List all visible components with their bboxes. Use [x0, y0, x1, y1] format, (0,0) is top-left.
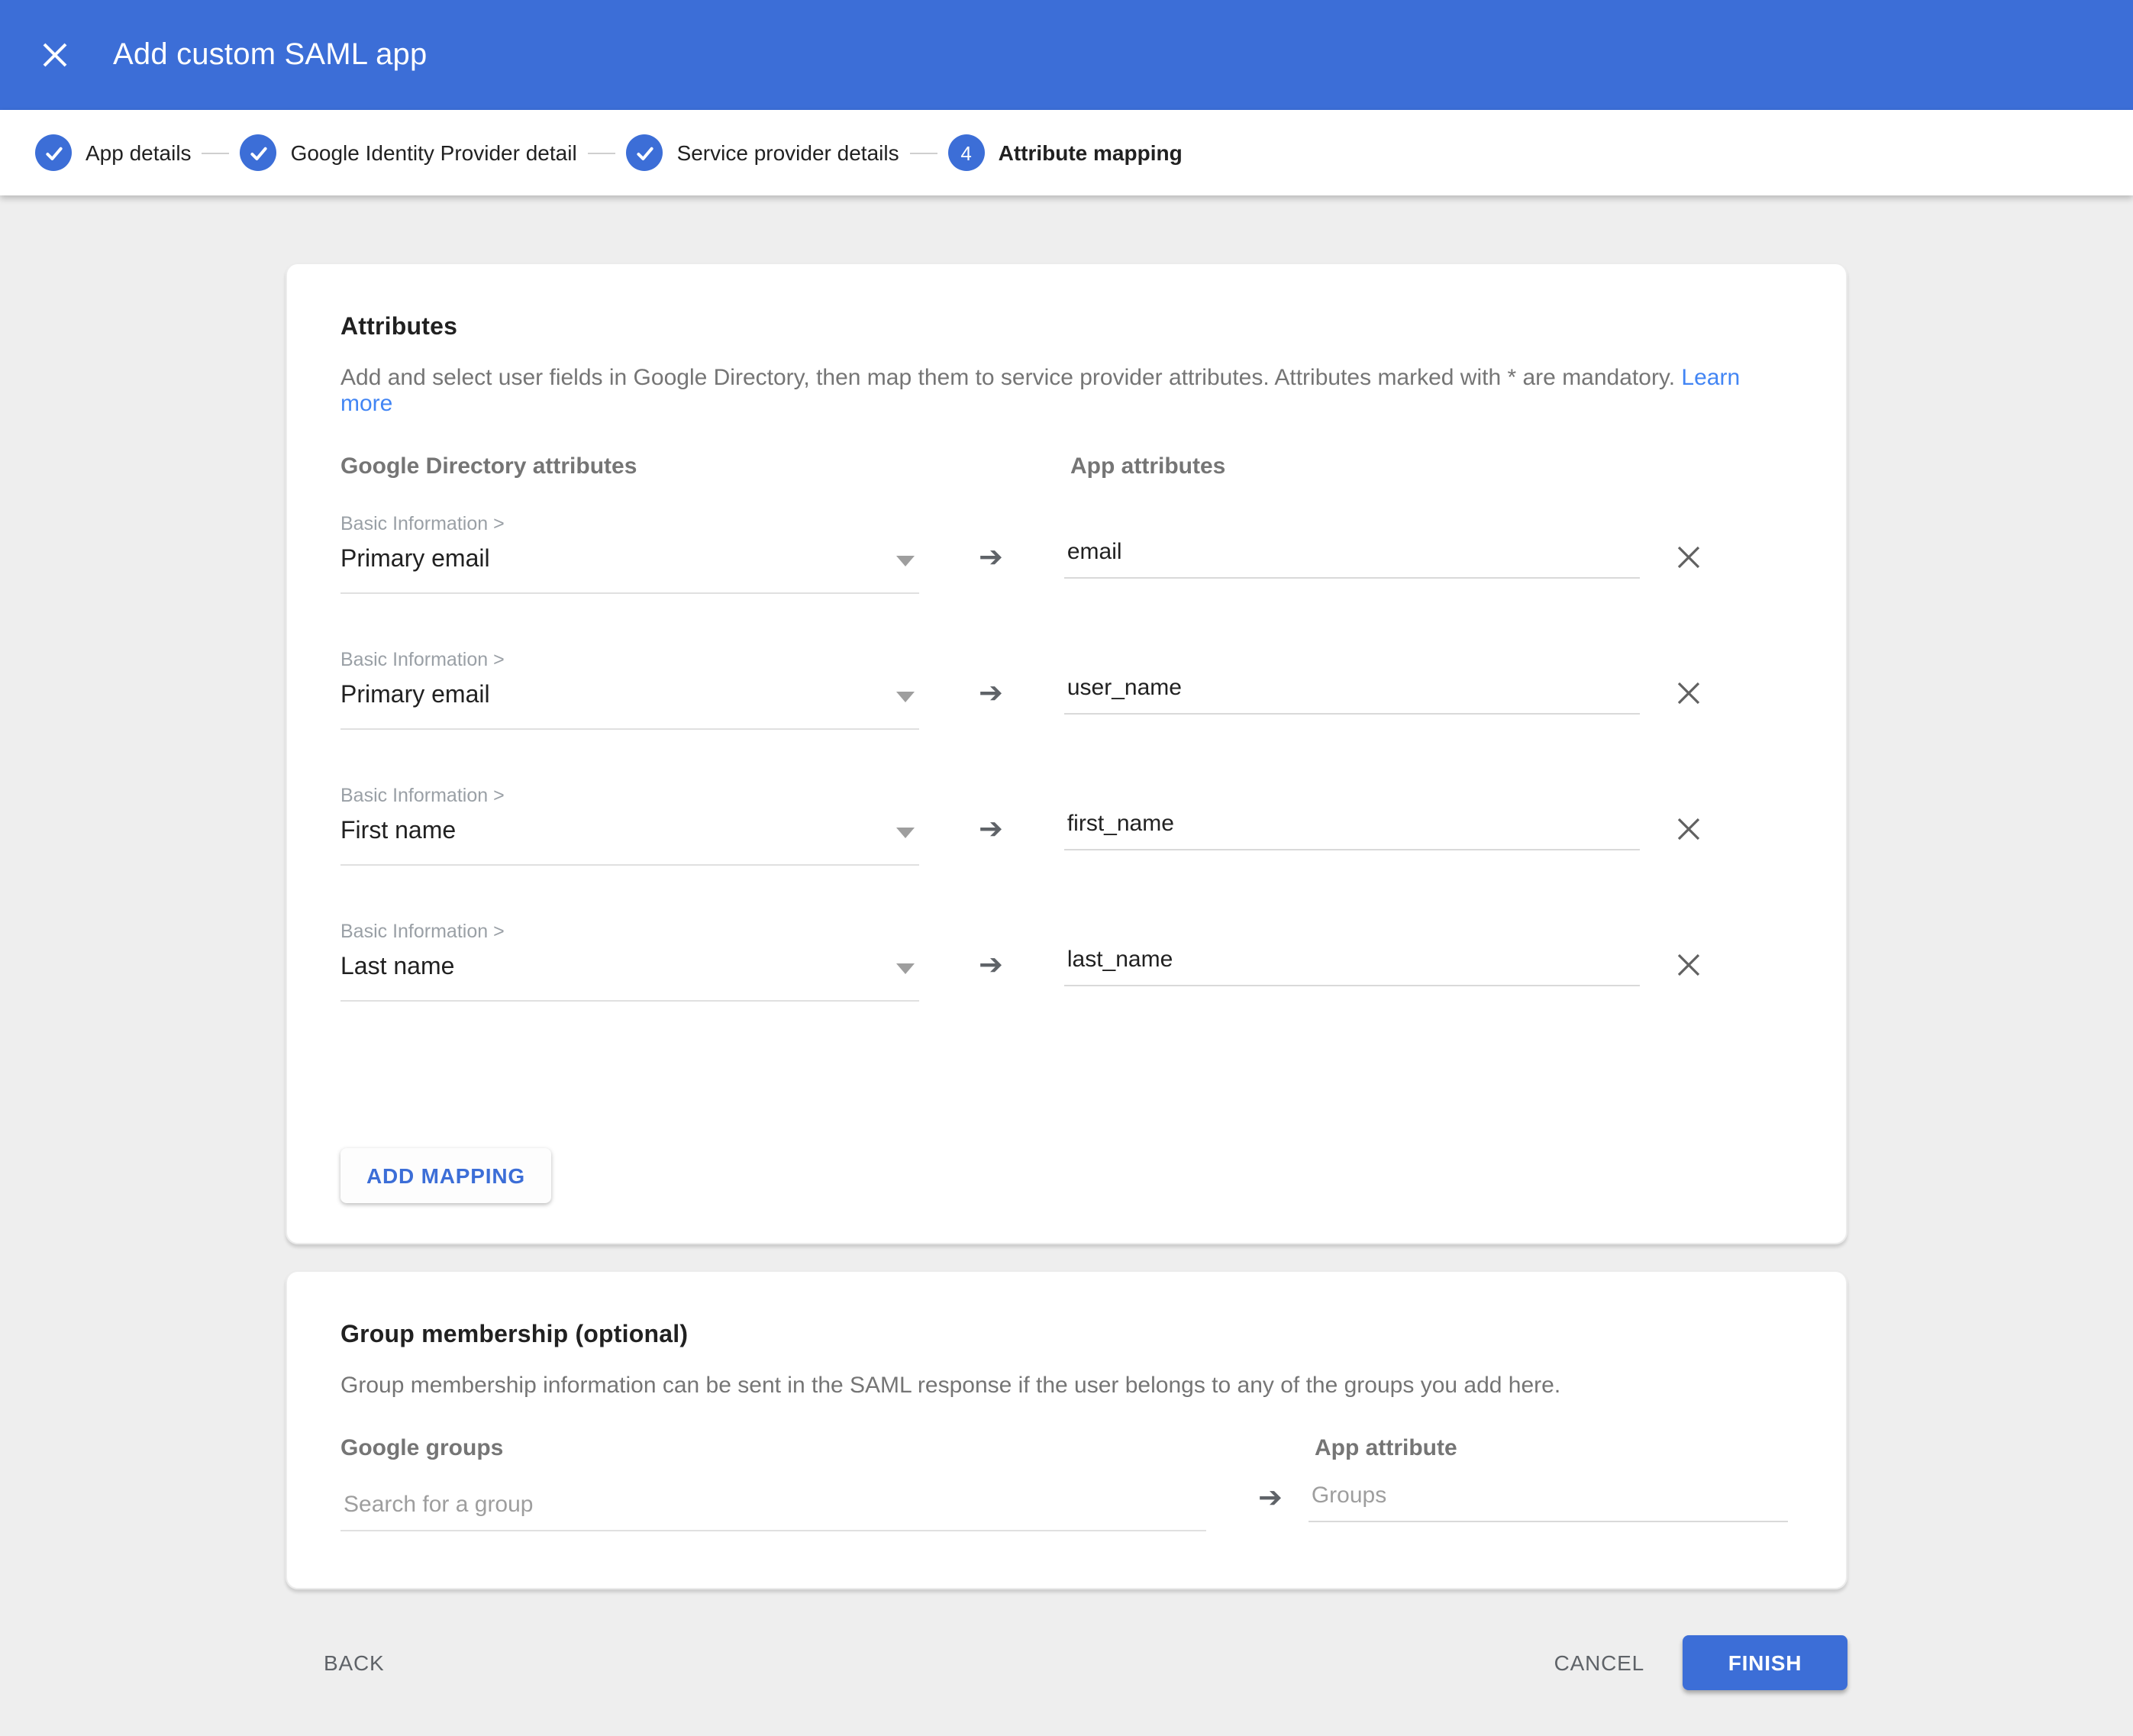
arrow-right-icon: ➔ — [979, 815, 1003, 844]
arrow-right-icon: ➔ — [979, 679, 1003, 708]
dialog-content: Attributes Add and select user fields in… — [0, 195, 2133, 1690]
group-search-input[interactable] — [340, 1492, 1206, 1531]
group-search-cell — [340, 1492, 1206, 1531]
group-membership-description: Group membership information can be sent… — [340, 1373, 1793, 1399]
attribute-category-label: Basic Information > — [340, 649, 919, 670]
back-button[interactable]: BACK — [324, 1635, 384, 1690]
remove-x-icon — [1675, 815, 1702, 843]
arrow-right-icon: ➔ — [979, 951, 1003, 980]
app-attribute-input[interactable] — [1064, 811, 1640, 850]
directory-attribute-select[interactable]: Basic Information > Primary email — [340, 513, 919, 594]
attribute-category-label: Basic Information > — [340, 921, 919, 942]
select-value-line: Primary email — [340, 682, 919, 730]
step-connector — [589, 152, 616, 153]
attributes-card-description: Add and select user fields in Google Dir… — [340, 365, 1793, 417]
check-icon — [44, 143, 63, 163]
mapping-rows: Basic Information > Primary email ➔ — [340, 513, 1793, 1002]
select-value-line: First name — [340, 818, 919, 866]
mapping-row: Basic Information > Primary email ➔ — [340, 649, 1793, 730]
google-groups-header: Google groups — [340, 1435, 1315, 1461]
step-label: Google Identity Provider details — [291, 140, 578, 165]
group-membership-card: Group membership (optional) Group member… — [286, 1270, 1847, 1589]
dropdown-arrow-icon — [896, 963, 915, 973]
mapping-column-headers: Google Directory attributes App attribut… — [340, 453, 1793, 479]
step-connector — [910, 152, 937, 153]
step-label: Attribute mapping — [999, 140, 1183, 165]
directory-attribute-value: Last name — [340, 954, 454, 982]
step-complete-circle — [627, 134, 663, 171]
finish-button[interactable]: FINISH — [1683, 1635, 1847, 1690]
mapping-row: Basic Information > First name ➔ — [340, 785, 1793, 866]
google-directory-attributes-header: Google Directory attributes — [340, 453, 1070, 479]
wizard-stepper: App details Google Identity Provider det… — [0, 110, 2133, 195]
group-mapping-row: ➔ — [340, 1483, 1793, 1531]
remove-mapping-button[interactable] — [1670, 811, 1707, 847]
check-icon — [635, 143, 655, 163]
step-connector — [202, 152, 230, 153]
app-attribute-cell — [1064, 539, 1640, 579]
app-attribute-cell — [1064, 947, 1640, 986]
mapping-row: Basic Information > Primary email ➔ — [340, 513, 1793, 594]
dropdown-arrow-icon — [896, 691, 915, 702]
dialog-title: Add custom SAML app — [113, 37, 427, 73]
step-complete-circle — [35, 134, 72, 171]
directory-attribute-value: First name — [340, 818, 456, 846]
step-label: App details — [86, 140, 192, 165]
remove-x-icon — [1675, 544, 1702, 571]
remove-x-icon — [1675, 951, 1702, 979]
step-attribute-mapping[interactable]: 4 Attribute mapping — [948, 134, 1183, 171]
app-attribute-input[interactable] — [1064, 675, 1640, 715]
remove-mapping-button[interactable] — [1670, 675, 1707, 712]
dialog-footer: BACK CANCEL FINISH — [286, 1635, 1847, 1690]
remove-x-icon — [1675, 679, 1702, 707]
add-mapping-button[interactable]: ADD MAPPING — [340, 1148, 551, 1203]
step-app-details[interactable]: App details — [35, 134, 192, 171]
app-attribute-cell — [1064, 811, 1640, 850]
directory-attribute-select[interactable]: Basic Information > Primary email — [340, 649, 919, 730]
step-google-idp-details[interactable]: Google Identity Provider details — [240, 134, 578, 171]
app-attribute-input[interactable] — [1064, 947, 1640, 986]
directory-attribute-value: Primary email — [340, 547, 490, 574]
step-number-circle: 4 — [948, 134, 985, 171]
add-custom-saml-app-dialog: Add custom SAML app App details Google I… — [0, 0, 2133, 1736]
attributes-card: Attributes Add and select user fields in… — [286, 263, 1847, 1244]
groups-attribute-cell — [1309, 1483, 1788, 1522]
group-membership-title: Group membership (optional) — [340, 1322, 1793, 1350]
app-attribute-input[interactable] — [1064, 539, 1640, 579]
check-icon — [249, 143, 269, 163]
attribute-category-label: Basic Information > — [340, 513, 919, 534]
app-attributes-header: App attributes — [1070, 453, 1225, 479]
app-attribute-header: App attribute — [1315, 1435, 1457, 1461]
directory-attribute-select[interactable]: Basic Information > First name — [340, 785, 919, 866]
app-attribute-cell — [1064, 675, 1640, 715]
step-label: Service provider details — [677, 140, 899, 165]
mapping-row: Basic Information > Last name ➔ — [340, 921, 1793, 1002]
select-value-line: Primary email — [340, 547, 919, 594]
directory-attribute-select[interactable]: Basic Information > Last name — [340, 921, 919, 1002]
step-service-provider-details[interactable]: Service provider details — [627, 134, 899, 171]
directory-attribute-value: Primary email — [340, 682, 490, 710]
remove-mapping-button[interactable] — [1670, 947, 1707, 983]
dropdown-arrow-icon — [896, 827, 915, 837]
attributes-description-text: Add and select user fields in Google Dir… — [340, 365, 1675, 391]
group-column-headers: Google groups App attribute — [340, 1435, 1793, 1461]
arrow-right-icon: ➔ — [1258, 1484, 1283, 1513]
attributes-card-title: Attributes — [340, 315, 1793, 342]
close-button[interactable] — [41, 41, 69, 69]
app-bar: Add custom SAML app — [0, 0, 2133, 110]
dropdown-arrow-icon — [896, 555, 915, 566]
select-value-line: Last name — [340, 954, 919, 1002]
close-icon — [41, 41, 69, 69]
attribute-category-label: Basic Information > — [340, 785, 919, 806]
arrow-right-icon: ➔ — [979, 544, 1003, 573]
cancel-button[interactable]: CANCEL — [1554, 1635, 1644, 1690]
groups-attribute-input[interactable] — [1309, 1483, 1788, 1522]
step-complete-circle — [240, 134, 277, 171]
remove-mapping-button[interactable] — [1670, 539, 1707, 576]
